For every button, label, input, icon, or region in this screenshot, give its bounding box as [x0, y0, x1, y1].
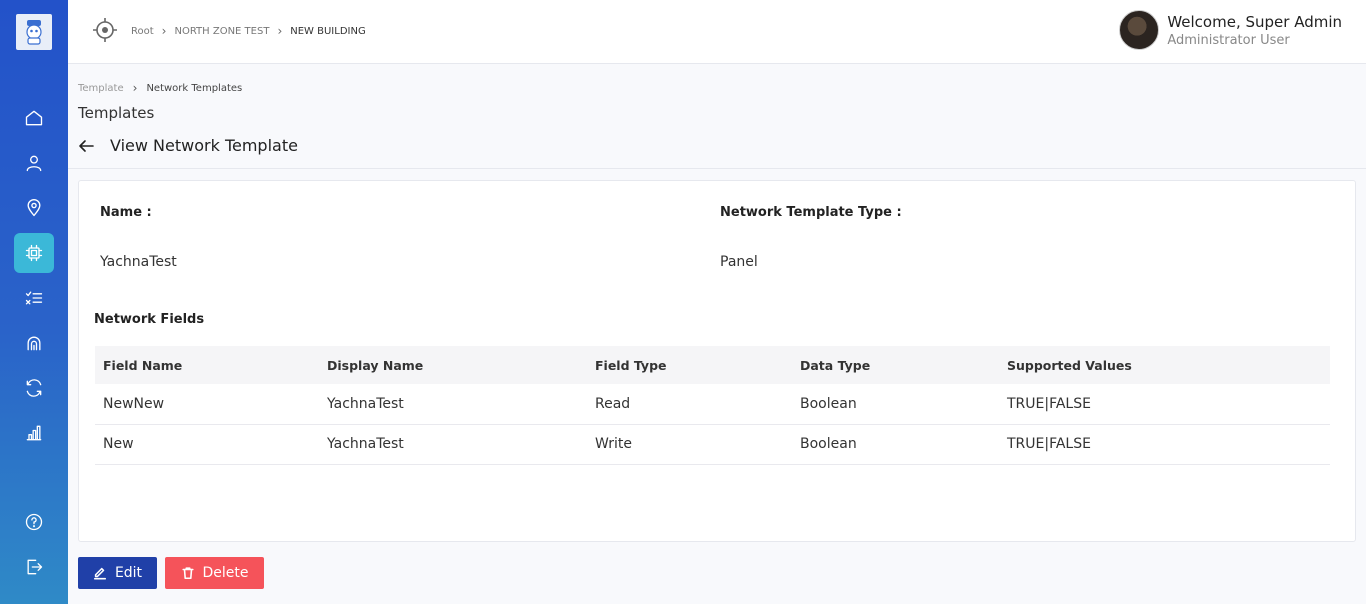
location-pin-icon	[27, 199, 41, 217]
pencil-icon	[93, 567, 106, 580]
column-header: Display Name	[319, 346, 587, 384]
logout-icon	[27, 559, 43, 575]
divider	[68, 168, 1366, 169]
table-cell: New	[95, 424, 319, 465]
user-profile[interactable]: Welcome, Super Admin Administrator User	[1119, 10, 1342, 50]
home-icon	[25, 110, 43, 126]
top-bar: Root › NORTH ZONE TEST › NEW BUILDING We…	[68, 0, 1366, 64]
nav-locations[interactable]	[14, 188, 54, 228]
table-cell: Read	[587, 384, 792, 425]
name-value: YachnaTest	[100, 254, 177, 270]
nav-tasks[interactable]	[14, 278, 54, 318]
column-header: Field Name	[95, 346, 319, 384]
table-cell: Boolean	[792, 384, 999, 425]
avatar[interactable]	[1119, 10, 1160, 50]
section-title: Templates	[78, 104, 155, 122]
table-cell: Write	[587, 424, 792, 465]
breadcrumb-root[interactable]: Root	[131, 26, 154, 37]
chip-icon	[25, 244, 43, 262]
signal-icon	[27, 336, 41, 351]
sidebar	[0, 0, 68, 604]
network-fields-title: Network Fields	[94, 312, 205, 327]
nav-home[interactable]	[14, 98, 54, 138]
bar-chart-icon	[26, 425, 42, 441]
help-icon	[25, 513, 43, 531]
delete-button-label: Delete	[202, 565, 249, 581]
template-type-label: Network Template Type :	[720, 205, 902, 220]
nav-users[interactable]	[14, 143, 54, 183]
edit-button-label: Edit	[114, 565, 143, 581]
table-cell: NewNew	[95, 384, 319, 425]
user-role: Administrator User	[1167, 32, 1290, 48]
table-cell: TRUE|FALSE	[999, 424, 1330, 465]
name-label: Name :	[100, 205, 152, 220]
nav-reports[interactable]	[14, 413, 54, 453]
table-cell: TRUE|FALSE	[999, 384, 1330, 425]
network-fields-table: Field Name Display Name Field Type Data …	[95, 346, 1330, 465]
breadcrumb-building[interactable]: NEW BUILDING	[290, 26, 365, 37]
nav-network[interactable]	[14, 323, 54, 363]
template-type-value: Panel	[720, 254, 758, 270]
table-header-row: Field Name Display Name Field Type Data …	[95, 346, 1330, 384]
table-cell: YachnaTest	[319, 424, 587, 465]
template-details-card: Name : YachnaTest Network Template Type …	[78, 180, 1356, 542]
nav-help[interactable]	[14, 502, 54, 542]
page-title-text: View Network Template	[110, 136, 298, 155]
table-row[interactable]: New YachnaTest Write Boolean TRUE|FALSE	[95, 424, 1330, 465]
welcome-text: Welcome, Super Admin	[1167, 12, 1342, 31]
trash-icon	[181, 567, 194, 580]
column-header: Supported Values	[999, 346, 1330, 384]
chevron-right-icon: ›	[277, 24, 283, 38]
table-row[interactable]: NewNew YachnaTest Read Boolean TRUE|FALS…	[95, 384, 1330, 425]
column-header: Field Type	[587, 346, 792, 384]
delete-button[interactable]: Delete	[165, 557, 264, 589]
nav-sync[interactable]	[14, 368, 54, 408]
location-breadcrumb: Root › NORTH ZONE TEST › NEW BUILDING	[131, 24, 366, 38]
robot-logo-icon	[26, 20, 42, 45]
page-title: View Network Template	[78, 136, 298, 155]
chevron-right-icon: ›	[132, 81, 138, 95]
breadcrumb-zone[interactable]: NORTH ZONE TEST	[174, 26, 269, 37]
chevron-right-icon: ›	[161, 24, 167, 38]
table-cell: Boolean	[792, 424, 999, 465]
nav-templates[interactable]	[14, 233, 54, 273]
back-arrow-icon[interactable]	[78, 138, 94, 154]
edit-button[interactable]: Edit	[78, 557, 157, 589]
sync-icon	[26, 379, 42, 397]
crosshair-icon[interactable]	[92, 17, 118, 43]
breadcrumb-template[interactable]: Template	[78, 83, 124, 94]
app-logo[interactable]	[16, 14, 52, 50]
column-header: Data Type	[792, 346, 999, 384]
breadcrumb-network-templates: Network Templates	[146, 82, 243, 94]
checklist-icon	[25, 291, 43, 305]
breadcrumb: Template › Network Templates	[78, 81, 242, 95]
user-icon	[26, 155, 42, 172]
nav-logout[interactable]	[14, 547, 54, 587]
table-cell: YachnaTest	[319, 384, 587, 425]
